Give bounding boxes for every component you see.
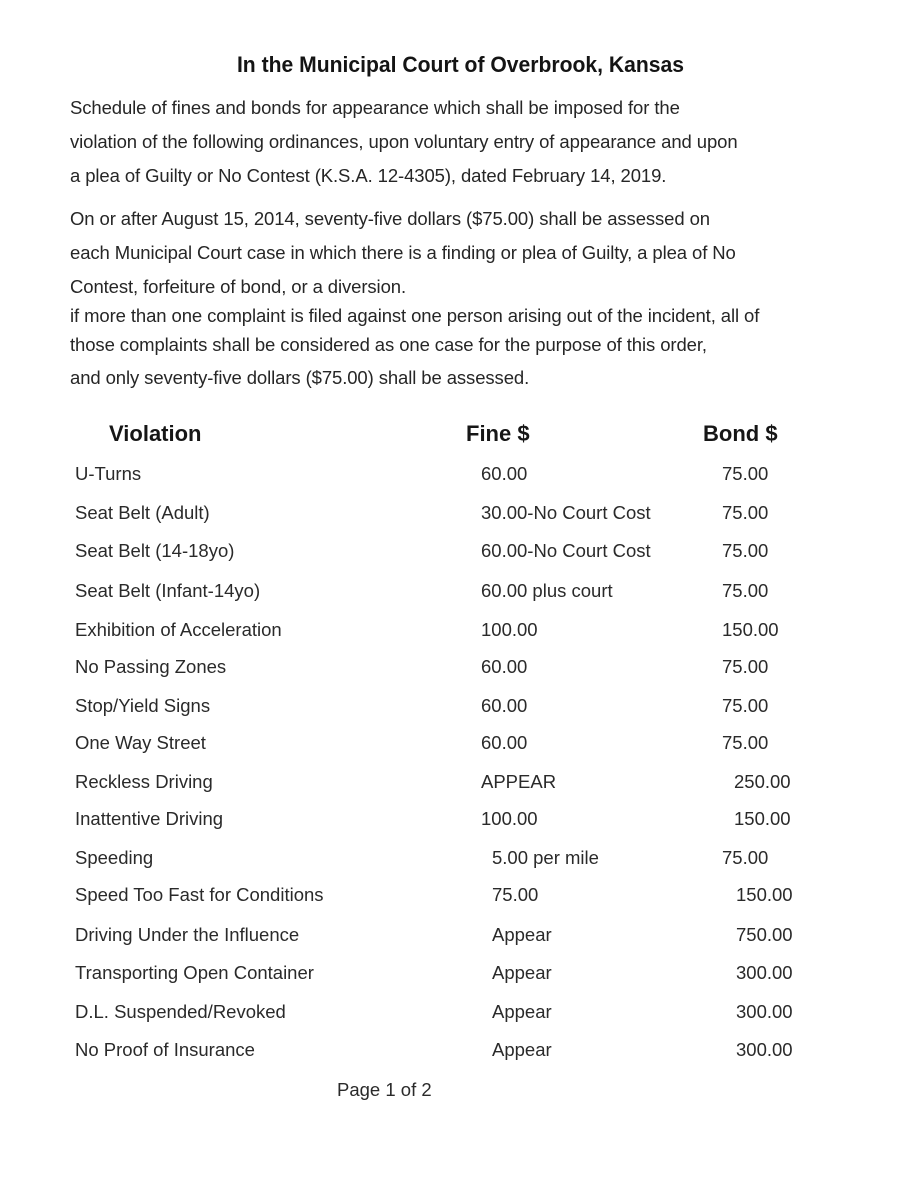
bond-cell: 150.00 xyxy=(736,884,793,905)
violation-cell: Inattentive Driving xyxy=(75,808,224,829)
assessment-line: if more than one complaint is filed agai… xyxy=(70,305,760,326)
assessment-line: those complaints shall be considered as … xyxy=(70,334,707,355)
violation-cell: Speeding xyxy=(75,847,154,868)
bond-cell: 150.00 xyxy=(722,619,779,640)
fine-cell: Appear xyxy=(492,1039,552,1060)
violation-cell: Driving Under the Influence xyxy=(75,924,300,945)
fine-cell: 100.00 xyxy=(481,808,538,829)
bond-cell: 300.00 xyxy=(736,962,793,983)
header-fine: Fine $ xyxy=(466,421,530,446)
violation-cell: One Way Street xyxy=(75,732,206,753)
assessment-line: and only seventy-five dollars ($75.00) s… xyxy=(70,367,530,388)
bond-cell: 75.00 xyxy=(722,732,769,753)
bond-cell: 300.00 xyxy=(736,1001,793,1022)
violation-cell: Reckless Driving xyxy=(75,771,213,792)
bond-cell: 75.00 xyxy=(722,656,769,677)
fine-cell: 75.00 xyxy=(492,884,539,905)
fine-cell: Appear xyxy=(492,1001,552,1022)
violation-cell: Exhibition of Acceleration xyxy=(75,619,282,640)
bond-cell: 75.00 xyxy=(722,580,769,601)
bond-cell: 75.00 xyxy=(722,502,769,523)
fine-cell: APPEAR xyxy=(481,771,557,792)
bond-cell: 75.00 xyxy=(722,695,769,716)
intro-line: Schedule of fines and bonds for appearan… xyxy=(70,97,680,118)
header-violation: Violation xyxy=(109,421,202,446)
fine-cell: 5.00 per mile xyxy=(492,847,599,868)
bond-cell: 75.00 xyxy=(722,540,769,561)
header-bond: Bond $ xyxy=(703,421,778,446)
violation-cell: Seat Belt (Infant-14yo) xyxy=(75,580,261,601)
violation-cell: U-Turns xyxy=(75,463,142,484)
violation-cell: Stop/Yield Signs xyxy=(75,695,211,716)
violation-cell: No Proof of Insurance xyxy=(75,1039,255,1060)
fine-cell: 60.00 xyxy=(481,656,528,677)
fine-cell: 60.00 xyxy=(481,463,528,484)
bond-cell: 150.00 xyxy=(734,808,791,829)
fine-cell: 60.00 xyxy=(481,732,528,753)
violation-cell: Speed Too Fast for Conditions xyxy=(75,884,324,905)
violation-cell: Seat Belt (14-18yo) xyxy=(75,540,235,561)
violation-cell: No Passing Zones xyxy=(75,656,227,677)
assessment-line: each Municipal Court case in which there… xyxy=(70,242,736,263)
document-title: In the Municipal Court of Overbrook, Kan… xyxy=(236,52,685,77)
assessment-line: Contest, forfeiture of bond, or a divers… xyxy=(70,276,406,297)
assessment-line: On or after August 15, 2014, seventy-fiv… xyxy=(70,208,710,229)
fine-cell: 60.00 plus court xyxy=(481,580,613,601)
bond-cell: 75.00 xyxy=(722,463,769,484)
fine-cell: Appear xyxy=(492,962,552,983)
page-indicator: Page 1 of 2 xyxy=(337,1079,432,1100)
bond-cell: 75.00 xyxy=(722,847,769,868)
intro-line: violation of the following ordinances, u… xyxy=(70,131,738,152)
violation-cell: Transporting Open Container xyxy=(75,962,314,983)
violation-cell: Seat Belt (Adult) xyxy=(75,502,210,523)
fine-cell: 60.00 xyxy=(481,695,528,716)
fine-cell: 30.00-No Court Cost xyxy=(481,502,651,523)
bond-cell: 750.00 xyxy=(736,924,793,945)
fine-cell: 60.00-No Court Cost xyxy=(481,540,651,561)
violation-cell: D.L. Suspended/Revoked xyxy=(75,1001,286,1022)
intro-line: a plea of Guilty or No Contest (K.S.A. 1… xyxy=(70,165,667,186)
bond-cell: 250.00 xyxy=(734,771,791,792)
fine-cell: 100.00 xyxy=(481,619,538,640)
fine-cell: Appear xyxy=(492,924,552,945)
bond-cell: 300.00 xyxy=(736,1039,793,1060)
